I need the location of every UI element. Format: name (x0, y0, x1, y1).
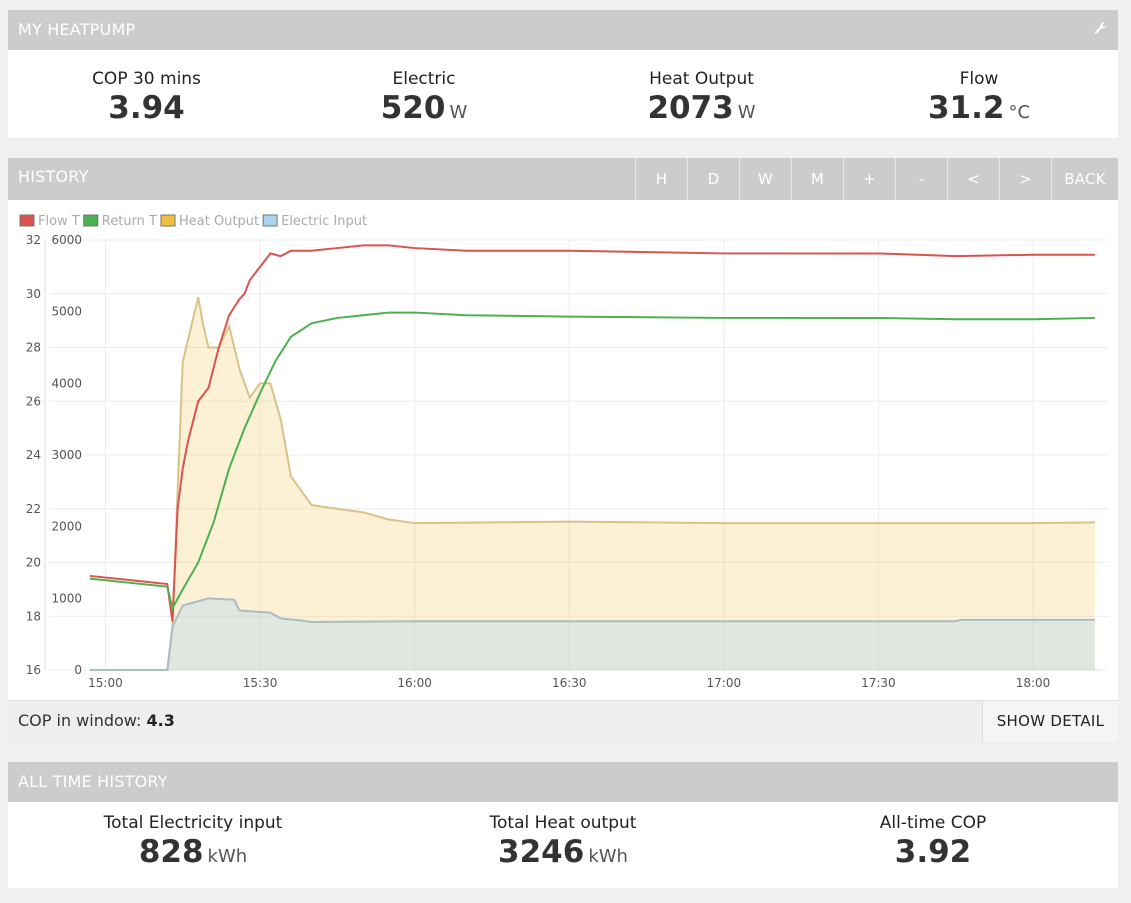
week-button[interactable]: W (739, 158, 791, 200)
heatpump-panel: COP 30 mins 3.94 Electric 520 W Heat Outp… (8, 50, 1118, 138)
wrench-icon[interactable] (1094, 10, 1108, 50)
stat-value: 3246 kWh (498, 834, 628, 870)
y-right-tick-label: 4000 (51, 376, 82, 390)
x-tick-label: 16:30 (552, 676, 587, 690)
flow-stat: Flow 31.2 °C (840, 50, 1118, 138)
zoom-in-button[interactable]: + (843, 158, 895, 200)
legend-swatch (19, 214, 35, 227)
x-tick-label: 15:30 (243, 676, 278, 690)
legend-swatch (83, 214, 99, 227)
total-electricity-stat: Total Electricity input 828 kWh (8, 802, 378, 888)
stat-label: Electric (392, 69, 456, 89)
stat-value: 3.94 (108, 90, 185, 126)
y-left-tick-label: 18 (26, 609, 41, 623)
heatpump-title: MY HEATPUMP (18, 20, 136, 39)
cop-30-stat: COP 30 mins 3.94 (8, 50, 285, 138)
legend-label: Electric Input (281, 214, 367, 229)
stat-label: Heat Output (649, 69, 754, 89)
stat-value: 31.2 °C (927, 90, 1031, 126)
zoom-out-button[interactable]: - (895, 158, 947, 200)
cop-window-bar: COP in window: 4.3 SHOW DETAIL (8, 700, 1118, 742)
stat-value: 3.92 (894, 834, 972, 870)
legend-label: Heat Output (179, 214, 259, 229)
legend-swatch (262, 214, 278, 227)
history-panel-header: HISTORY H D W M + - < > BACK (8, 158, 1118, 200)
y-left-tick-label: 20 (26, 556, 41, 570)
stat-label: Total Electricity input (103, 813, 283, 833)
y-right-tick-label: 6000 (51, 233, 82, 247)
x-tick-label: 18:00 (1016, 676, 1051, 690)
legend-label: Return T (102, 214, 157, 229)
total-heat-stat: Total Heat output 3246 kWh (378, 802, 748, 888)
history-chart[interactable]: 32 30 28 26 24 22 20 18 16 6000 5000 4000 3000 2000 10… (8, 200, 1118, 700)
electric-stat: Electric 520 W (285, 50, 563, 138)
x-tick-label: 15:00 (88, 676, 123, 690)
pan-left-button[interactable]: < (947, 158, 999, 200)
time-toolbar: H D W M + - < > BACK (635, 158, 1118, 200)
legend-swatch (160, 214, 176, 227)
stat-value: 520 W (380, 90, 468, 126)
show-detail-button[interactable]: SHOW DETAIL (982, 701, 1118, 742)
y-left-tick-label: 32 (26, 233, 41, 247)
all-time-title: ALL TIME HISTORY (18, 772, 168, 791)
heat-output-stat: Heat Output 2073 W (563, 50, 840, 138)
cop-window-label: COP in window: (18, 711, 142, 730)
x-tick-label: 17:30 (861, 676, 896, 690)
hour-button[interactable]: H (635, 158, 687, 200)
y-left-tick-label: 30 (26, 287, 41, 301)
y-right-tick-label: 0 (74, 663, 82, 677)
stat-unit: W (449, 102, 468, 123)
stat-label: COP 30 mins (92, 69, 201, 89)
y-left-tick-label: 26 (26, 394, 41, 408)
stat-unit: kWh (207, 846, 248, 867)
history-panel: 32 30 28 26 24 22 20 18 16 6000 5000 4000 3000 2000 10… (8, 200, 1118, 700)
y-right-tick-label: 5000 (51, 305, 82, 319)
y-right-tick-label: 2000 (51, 520, 82, 534)
stat-label: Flow (959, 69, 999, 89)
stat-label: Total Heat output (489, 813, 637, 833)
y-left-tick-label: 24 (26, 448, 41, 462)
y-left-tick-label: 22 (26, 502, 41, 516)
heatpump-panel-header: MY HEATPUMP (8, 10, 1118, 50)
stat-value: 2073 W (647, 90, 756, 126)
pan-right-button[interactable]: > (999, 158, 1051, 200)
back-button[interactable]: BACK (1051, 158, 1118, 200)
cop-window-text: COP in window: 4.3 (18, 711, 175, 730)
y-left-tick-label: 28 (26, 341, 41, 355)
stat-label: All-time COP (879, 813, 987, 833)
history-title: HISTORY (18, 167, 89, 186)
y-left-tick-label: 16 (26, 663, 41, 677)
stat-value: 828 kWh (138, 834, 248, 870)
all-time-cop-stat: All-time COP 3.92 (748, 802, 1118, 888)
stat-unit: W (737, 102, 756, 123)
legend-label: Flow T (38, 214, 80, 229)
x-tick-label: 16:00 (397, 676, 432, 690)
stat-unit: kWh (588, 846, 628, 867)
all-time-panel: Total Electricity input 828 kWh Total Hea… (8, 802, 1118, 888)
month-button[interactable]: M (791, 158, 843, 200)
x-tick-label: 17:00 (707, 676, 742, 690)
all-time-panel-header: ALL TIME HISTORY (8, 762, 1118, 802)
day-button[interactable]: D (687, 158, 739, 200)
stat-unit: °C (1008, 102, 1031, 123)
cop-window-value: 4.3 (146, 711, 175, 730)
y-right-tick-label: 1000 (51, 591, 82, 605)
y-right-tick-label: 3000 (51, 448, 82, 462)
